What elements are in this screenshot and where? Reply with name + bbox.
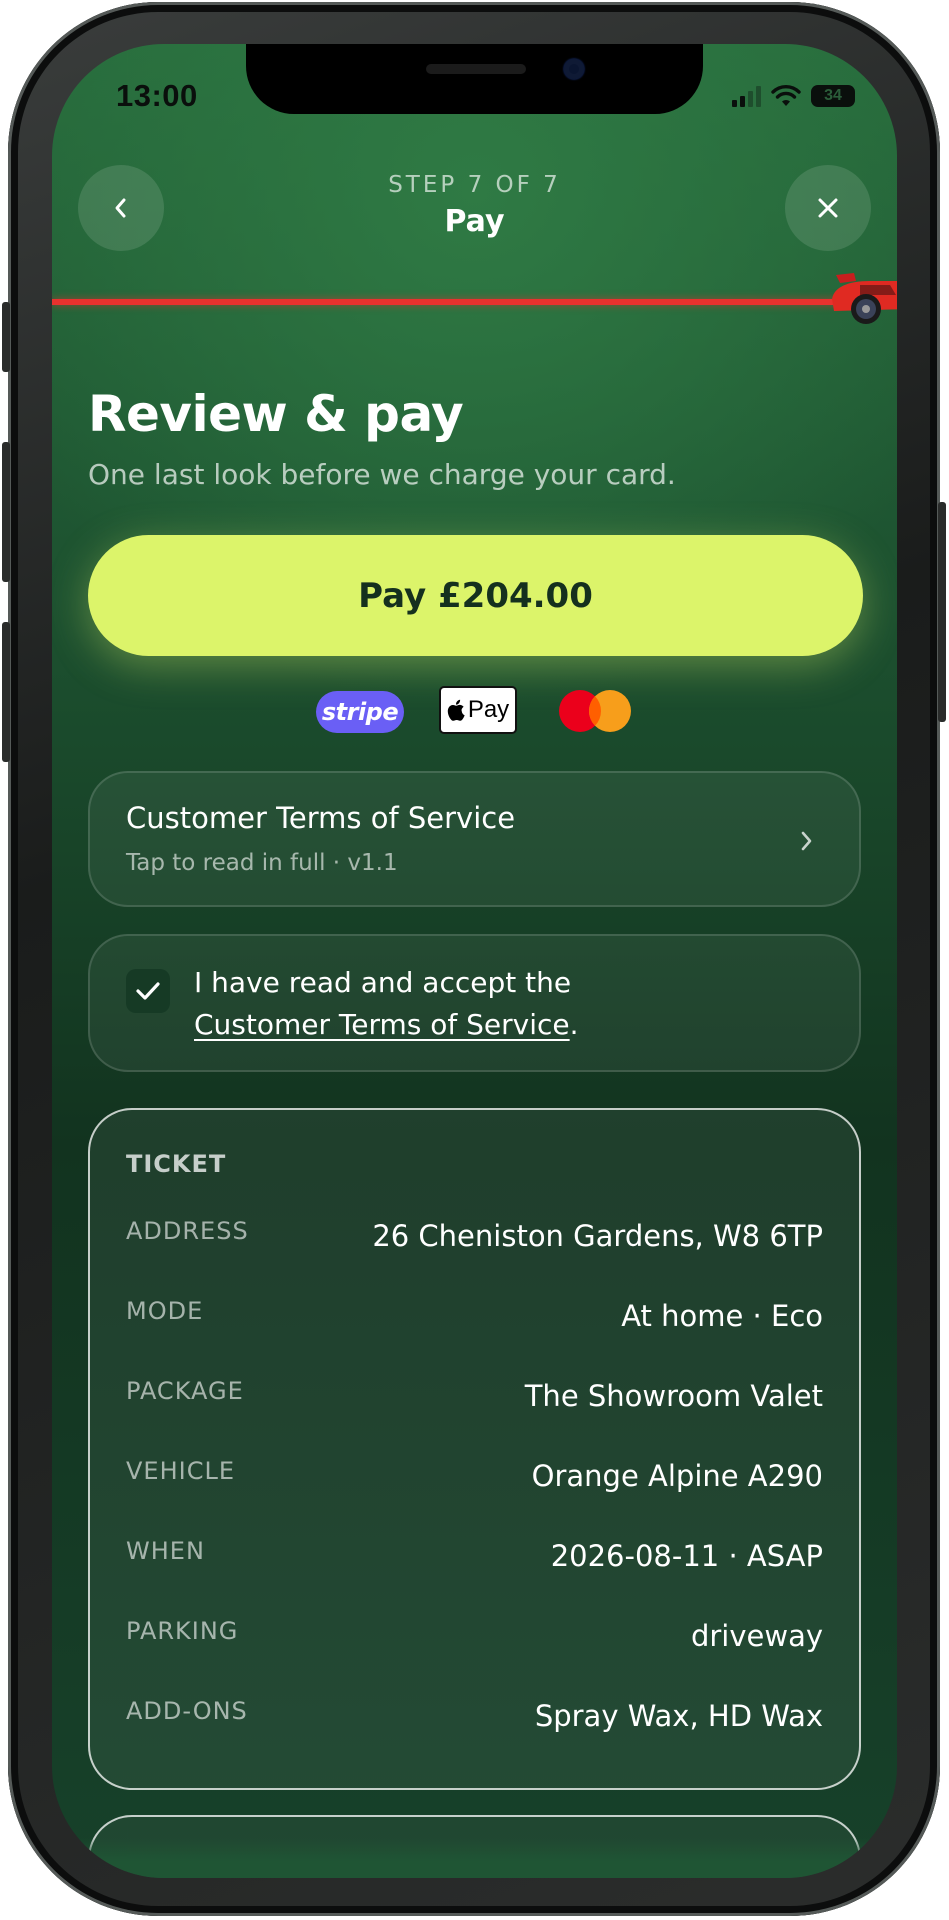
- ticket-heading: TICKET: [126, 1150, 227, 1178]
- ticket-value: driveway: [690, 1619, 823, 1653]
- accept-terms-checkbox[interactable]: [126, 969, 170, 1013]
- checkmark-icon: [136, 982, 160, 1000]
- accept-terms-card: I have read and accept the Customer Term…: [88, 934, 861, 1072]
- page-subtitle: One last look before we charge your card…: [88, 458, 676, 491]
- ticket-label: ADDRESS: [126, 1217, 249, 1245]
- ticket-row-when: WHEN 2026-08-11 · ASAP: [126, 1537, 823, 1587]
- status-icons: 34: [732, 82, 855, 110]
- apple-icon: [447, 699, 465, 721]
- apple-pay-logo: Pay: [439, 686, 517, 734]
- accept-terms-suffix: .: [569, 1008, 579, 1041]
- page-title: Review & pay: [88, 385, 464, 443]
- ticket-row-mode: MODE At home · Eco: [126, 1297, 823, 1347]
- wifi-icon: [771, 85, 801, 106]
- ticket-value: Spray Wax, HD Wax: [534, 1699, 823, 1733]
- terms-subtitle: Tap to read in full · v1.1: [126, 850, 398, 876]
- step-title: Pay: [444, 204, 505, 239]
- front-camera: [564, 59, 584, 79]
- red-car-icon: [832, 273, 897, 324]
- stripe-logo: stripe: [316, 691, 404, 733]
- ticket-label: VEHICLE: [126, 1457, 235, 1485]
- ticket-row-parking: PARKING driveway: [126, 1617, 823, 1667]
- ticket-row-package: PACKAGE The Showroom Valet: [126, 1377, 823, 1427]
- accept-terms-text: I have read and accept the: [194, 966, 572, 999]
- screen: 13:00 34 STEP 7 OF 7 Pay Review & pay On…: [52, 44, 897, 1878]
- volume-up-button: [2, 442, 10, 582]
- progress-bar: [52, 299, 842, 305]
- status-time: 13:00: [116, 78, 198, 113]
- earpiece-speaker: [426, 64, 526, 74]
- ticket-label: PACKAGE: [126, 1377, 244, 1405]
- ticket-value: Orange Alpine A290: [531, 1459, 823, 1493]
- mastercard-logo: [559, 690, 631, 732]
- ticket-row-address: ADDRESS 26 Cheniston Gardens, W8 6TP: [126, 1217, 823, 1267]
- battery-icon: 34: [811, 85, 855, 107]
- ticket-value: The Showroom Valet: [524, 1379, 823, 1413]
- bottom-fade: [52, 1838, 897, 1878]
- chevron-right-icon: [801, 831, 812, 851]
- ticket-label: ADD-ONS: [126, 1697, 248, 1725]
- pay-button[interactable]: Pay £204.00: [88, 535, 863, 656]
- mute-switch: [2, 302, 10, 372]
- terms-card[interactable]: Customer Terms of Service Tap to read in…: [88, 771, 861, 907]
- ticket-value: At home · Eco: [621, 1299, 823, 1333]
- ticket-label: WHEN: [126, 1537, 205, 1565]
- cellular-signal-icon: [732, 85, 761, 107]
- power-button: [938, 502, 946, 722]
- battery-level: 34: [824, 87, 842, 104]
- volume-down-button: [2, 622, 10, 762]
- terms-title: Customer Terms of Service: [126, 801, 516, 835]
- apple-pay-text: Pay: [467, 696, 510, 723]
- ticket-label: PARKING: [126, 1617, 239, 1645]
- ticket-row-add-ons: ADD-ONS Spray Wax, HD Wax: [126, 1697, 823, 1747]
- close-icon: [818, 198, 838, 218]
- ticket-value: 26 Cheniston Gardens, W8 6TP: [372, 1219, 823, 1253]
- step-indicator: STEP 7 OF 7: [388, 172, 561, 198]
- ticket-value: 2026-08-11 · ASAP: [550, 1539, 823, 1573]
- ticket-row-vehicle: VEHICLE Orange Alpine A290: [126, 1457, 823, 1507]
- ticket-label: MODE: [126, 1297, 204, 1325]
- terms-link[interactable]: Customer Terms of Service: [194, 1008, 570, 1041]
- notch: [246, 44, 703, 114]
- close-button[interactable]: [785, 165, 871, 251]
- accept-terms-link-line: Customer Terms of Service.: [194, 1008, 579, 1041]
- payment-methods: stripe Pay: [52, 686, 897, 736]
- ticket-summary: TICKET ADDRESS 26 Cheniston Gardens, W8 …: [88, 1108, 861, 1790]
